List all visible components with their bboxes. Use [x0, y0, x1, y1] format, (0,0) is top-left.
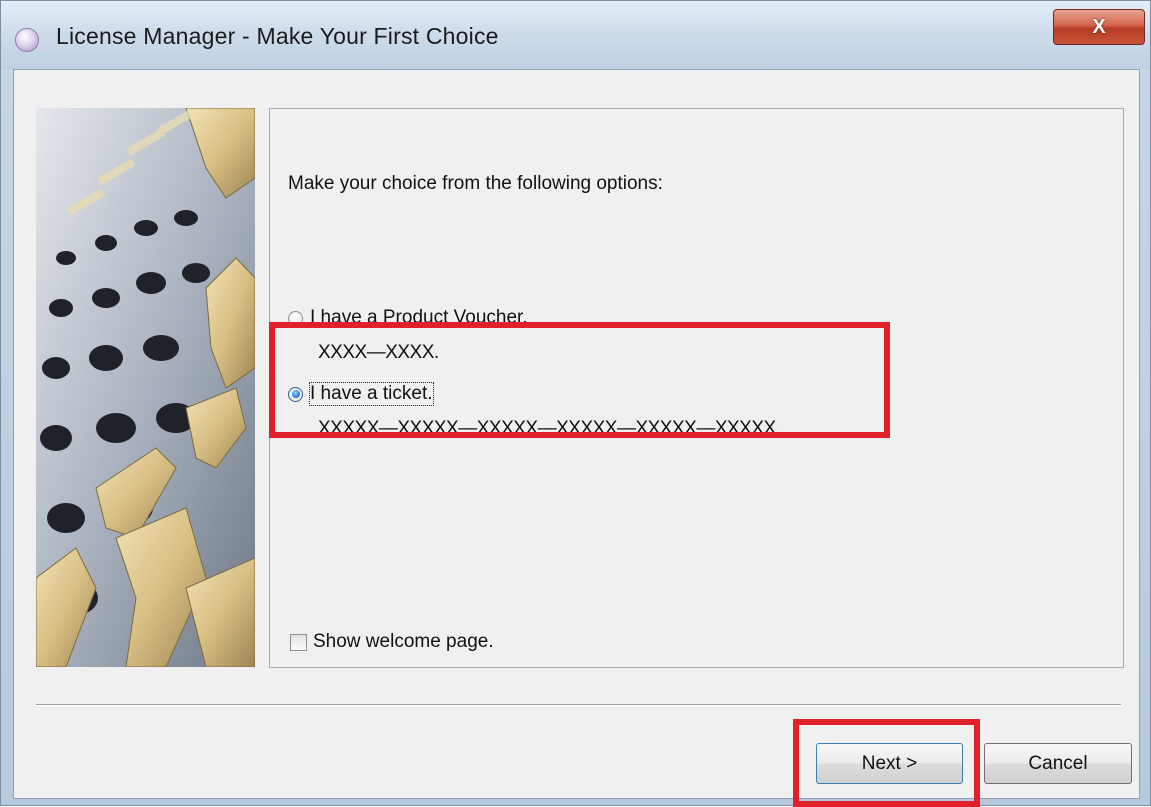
close-button[interactable]: X — [1053, 9, 1145, 45]
show-welcome-page-checkbox[interactable]: Show welcome page. — [290, 631, 494, 653]
app-icon — [15, 28, 39, 52]
cancel-button[interactable]: Cancel — [984, 743, 1132, 784]
ticket-option-highlight — [269, 322, 890, 438]
title-bar[interactable]: License Manager - Make Your First Choice… — [1, 1, 1150, 69]
artwork-illustration — [36, 108, 255, 667]
divider — [36, 704, 1121, 706]
instruction-text: Make your choice from the following opti… — [288, 173, 663, 194]
decorative-artwork-image — [36, 108, 255, 667]
window-title: License Manager - Make Your First Choice — [56, 23, 499, 49]
close-icon: X — [1092, 15, 1106, 38]
next-button-highlight — [793, 719, 980, 807]
checkbox-icon[interactable] — [290, 633, 307, 651]
show-welcome-page-label[interactable]: Show welcome page. — [313, 631, 494, 653]
license-manager-window: License Manager - Make Your First Choice… — [0, 0, 1151, 807]
